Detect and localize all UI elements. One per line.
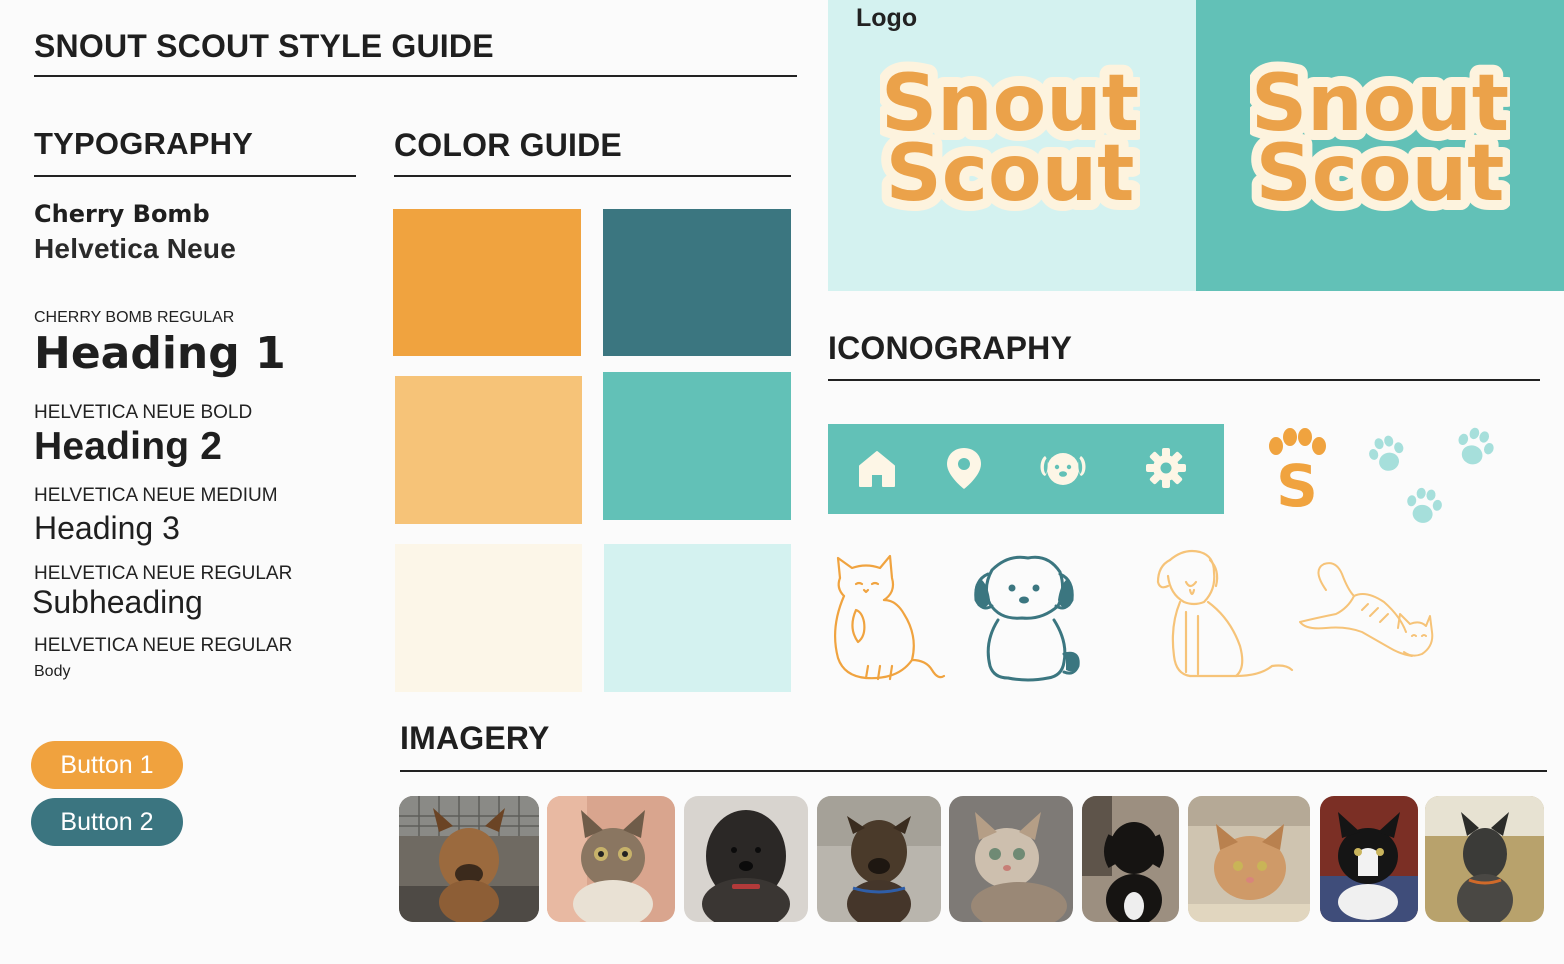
fluffy-dog-illustration bbox=[974, 555, 1080, 682]
logo-wordmark-teal: Snout Scout Snout Scout bbox=[1250, 50, 1510, 229]
logo-heading: Logo bbox=[856, 4, 918, 32]
title-divider bbox=[34, 75, 797, 77]
location-pin-icon[interactable] bbox=[944, 446, 984, 490]
heading-2-sample: Heading 2 bbox=[34, 425, 223, 468]
stretching-cat-illustration bbox=[1299, 562, 1434, 657]
type-label: HELVETICA NEUE REGULAR bbox=[34, 635, 293, 656]
dog-photo bbox=[684, 796, 808, 922]
type-label: HELVETICA NEUE REGULAR bbox=[34, 563, 293, 584]
color-swatch-light-orange bbox=[395, 376, 582, 524]
cat-photo bbox=[547, 796, 675, 922]
subheading-sample: Subheading bbox=[32, 584, 203, 620]
color-guide-divider bbox=[394, 175, 791, 177]
iconography-heading: ICONOGRAPHY bbox=[828, 330, 1072, 366]
color-swatch-teal bbox=[603, 372, 791, 520]
paw-icon bbox=[1369, 435, 1404, 471]
svg-text:Scout: Scout bbox=[886, 129, 1135, 219]
color-swatch-dark-teal bbox=[603, 209, 791, 356]
typography-heading: TYPOGRAPHY bbox=[34, 126, 254, 161]
font-secondary-name: Helvetica Neue bbox=[34, 233, 237, 264]
dog-photo bbox=[399, 796, 539, 922]
home-icon[interactable] bbox=[857, 446, 897, 490]
color-swatch-cream bbox=[395, 544, 582, 692]
paw-s-badge-icon: S bbox=[1269, 428, 1326, 510]
cat-photo bbox=[949, 796, 1073, 922]
cat-illustration bbox=[834, 554, 946, 681]
golden-dog-illustration bbox=[1156, 549, 1294, 678]
color-swatch-orange bbox=[393, 209, 581, 356]
dog-photo bbox=[1082, 796, 1179, 922]
cat-photo bbox=[1320, 796, 1418, 922]
svg-text:Scout: Scout bbox=[1256, 129, 1505, 219]
svg-text:S: S bbox=[1276, 452, 1318, 510]
paw-icon bbox=[1407, 487, 1442, 523]
type-label: HELVETICA NEUE BOLD bbox=[34, 402, 253, 423]
color-guide-heading: COLOR GUIDE bbox=[394, 127, 622, 163]
button-1[interactable]: Button 1 bbox=[31, 741, 183, 789]
body-sample: Body bbox=[34, 663, 71, 680]
gear-icon[interactable] bbox=[1144, 446, 1188, 490]
cat-photo bbox=[1188, 796, 1310, 922]
dog-photo bbox=[817, 796, 941, 922]
logo-wordmark-light: Snout Scout Snout Scout bbox=[880, 50, 1140, 229]
font-primary-name: Cherry Bomb bbox=[34, 200, 210, 228]
dog-photo bbox=[1425, 796, 1544, 922]
type-label: CHERRY BOMB REGULAR bbox=[34, 309, 235, 326]
iconography-divider bbox=[828, 379, 1540, 381]
color-swatch-light-aqua bbox=[604, 544, 791, 692]
button-2[interactable]: Button 2 bbox=[31, 798, 183, 846]
heading-1-sample: Heading 1 bbox=[34, 328, 286, 379]
imagery-divider bbox=[400, 770, 1547, 772]
type-label: HELVETICA NEUE MEDIUM bbox=[34, 485, 278, 506]
paw-icon bbox=[1458, 427, 1494, 465]
heading-3-sample: Heading 3 bbox=[34, 510, 180, 546]
imagery-heading: IMAGERY bbox=[400, 720, 550, 756]
typography-divider bbox=[34, 175, 356, 177]
page-title: SNOUT SCOUT STYLE GUIDE bbox=[34, 28, 494, 64]
dog-face-icon[interactable] bbox=[1037, 446, 1089, 490]
